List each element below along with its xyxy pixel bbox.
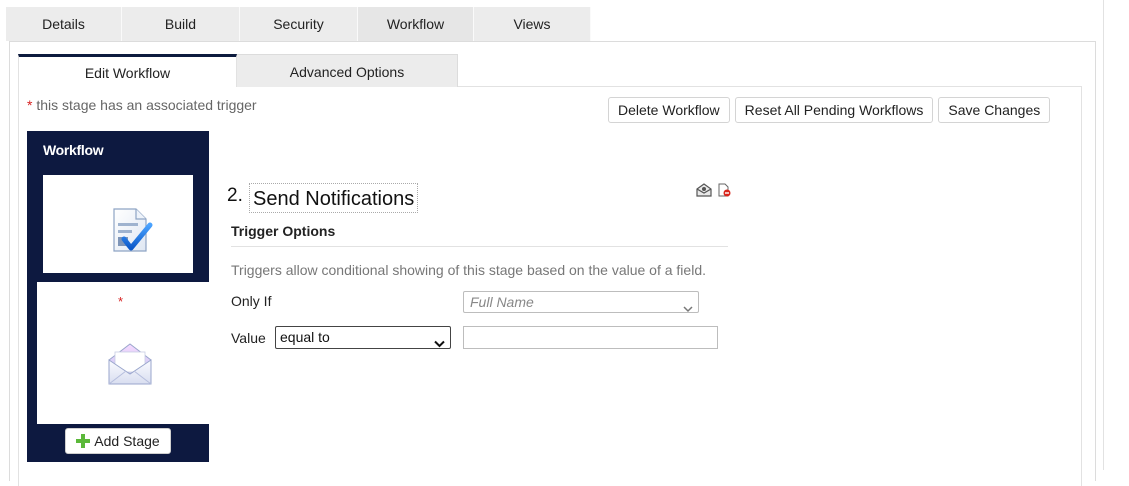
stage-tools (696, 183, 731, 200)
only-if-label: Only If (231, 293, 272, 309)
tab-security[interactable]: Security (240, 7, 358, 41)
chevron-down-icon (683, 298, 693, 318)
trigger-options-divider (231, 246, 728, 247)
email-settings-icon[interactable] (696, 183, 712, 200)
sub-tab-bar: Edit Workflow Advanced Options (18, 54, 458, 87)
workflow-actions: Delete Workflow Reset All Pending Workfl… (608, 97, 1051, 123)
trigger-legend-text: this stage has an associated trigger (32, 97, 257, 113)
value-label: Value (231, 330, 266, 346)
trigger-description: Triggers allow conditional showing of th… (231, 262, 706, 278)
stage-title[interactable]: Send Notifications (249, 183, 419, 213)
stage-item-1[interactable] (43, 175, 193, 273)
add-stage-button[interactable]: Add Stage (65, 428, 171, 454)
plus-icon (76, 434, 91, 448)
delete-workflow-button[interactable]: Delete Workflow (608, 97, 730, 123)
workflow-sidebar-title: Workflow (43, 142, 104, 158)
reset-pending-workflows-button[interactable]: Reset All Pending Workflows (734, 97, 934, 123)
stage-number: 2. (227, 185, 243, 206)
tab-build[interactable]: Build (122, 7, 240, 41)
trigger-field-placeholder: Full Name (470, 294, 534, 310)
tab-edit-workflow[interactable]: Edit Workflow (18, 54, 237, 87)
chevron-down-icon (434, 333, 445, 354)
tab-views[interactable]: Views (474, 7, 591, 41)
save-changes-button[interactable]: Save Changes (938, 97, 1051, 123)
envelope-icon (106, 340, 154, 391)
trigger-legend: * this stage has an associated trigger (27, 97, 257, 113)
delete-stage-icon[interactable] (717, 183, 731, 200)
trigger-operator-value: equal to (280, 329, 330, 345)
stage-trigger-asterisk: * (118, 294, 124, 309)
trigger-operator-select[interactable]: equal to (275, 326, 451, 349)
workflow-sidebar: Workflow * Add Stage (27, 131, 209, 462)
stage-item-2[interactable]: * (37, 282, 209, 424)
add-stage-label: Add Stage (94, 433, 160, 449)
document-check-icon (110, 207, 154, 260)
tab-details[interactable]: Details (6, 7, 122, 41)
trigger-options-heading: Trigger Options (231, 223, 336, 239)
trigger-field-select[interactable]: Full Name (463, 291, 699, 313)
tab-advanced-options[interactable]: Advanced Options (237, 54, 458, 87)
trigger-value-input[interactable] (463, 326, 718, 349)
page-scroll-gutter (1103, 0, 1104, 470)
tab-workflow[interactable]: Workflow (358, 7, 474, 41)
top-tab-bar: Details Build Security Workflow Views (6, 7, 591, 41)
